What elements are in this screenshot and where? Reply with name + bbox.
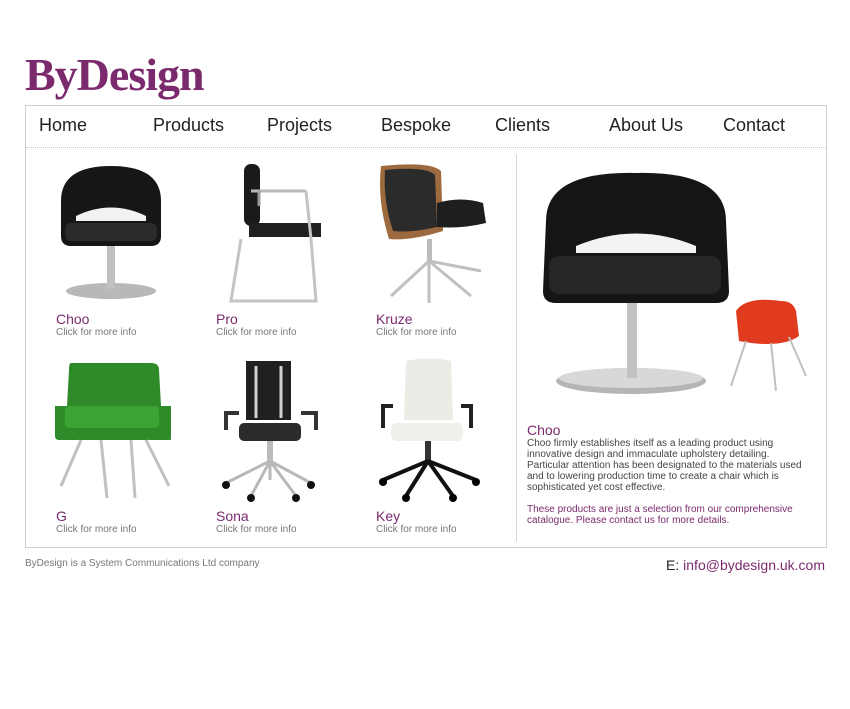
- choo-chair-image: [61, 166, 161, 299]
- choo-feature-image: [543, 172, 807, 394]
- detail-title: Choo: [527, 422, 561, 438]
- detail-note: These products are just a selection from…: [527, 504, 793, 526]
- product-more-info[interactable]: Click for more info: [376, 524, 457, 535]
- product-name[interactable]: Key: [376, 508, 400, 524]
- nav-bespoke[interactable]: Bespoke: [381, 115, 451, 136]
- product-card-sona[interactable]: Sona Click for more info: [211, 358, 361, 538]
- product-more-info[interactable]: Click for more info: [216, 524, 297, 535]
- bydesign-logo[interactable]: ByDesign: [25, 50, 205, 100]
- product-more-info[interactable]: Click for more info: [56, 327, 137, 338]
- pro-chair-image: [229, 164, 321, 303]
- product-more-info[interactable]: Click for more info: [56, 524, 137, 535]
- nav-about-us[interactable]: About Us: [609, 115, 683, 136]
- product-card-kruze[interactable]: Kruze Click for more info: [371, 161, 521, 341]
- nav-home[interactable]: Home: [39, 115, 87, 136]
- product-card-choo[interactable]: Choo Click for more info: [51, 161, 201, 341]
- sona-chair-image: [222, 361, 318, 502]
- nav-contact[interactable]: Contact: [723, 115, 785, 136]
- product-card-pro[interactable]: Pro Click for more info: [211, 161, 361, 341]
- column-divider: [516, 154, 517, 542]
- product-card-key[interactable]: Key Click for more info: [371, 358, 521, 538]
- email-link[interactable]: info@bydesign.uk.com: [683, 557, 825, 573]
- product-more-info[interactable]: Click for more info: [376, 327, 457, 338]
- product-name[interactable]: Choo: [56, 311, 89, 327]
- detail-description: Choo firmly establishes itself as a lead…: [527, 438, 802, 493]
- main-frame: Home Products Projects Bespoke Clients A…: [25, 105, 827, 548]
- product-name[interactable]: Pro: [216, 311, 238, 327]
- kruze-chair-image: [380, 164, 486, 303]
- key-chair-image: [379, 358, 480, 502]
- footer-contact: E: info@bydesign.uk.com: [666, 557, 825, 573]
- nav-products[interactable]: Products: [153, 115, 224, 136]
- product-name[interactable]: G: [56, 508, 67, 524]
- email-label: E:: [666, 557, 680, 573]
- g-chair-image: [55, 363, 171, 499]
- nav-projects[interactable]: Projects: [267, 115, 332, 136]
- main-nav: Home Products Projects Bespoke Clients A…: [26, 106, 826, 148]
- footer-company: ByDesign is a System Communications Ltd …: [25, 558, 260, 569]
- nav-clients[interactable]: Clients: [495, 115, 550, 136]
- product-card-g[interactable]: G Click for more info: [51, 358, 201, 538]
- product-more-info[interactable]: Click for more info: [216, 327, 297, 338]
- product-name[interactable]: Sona: [216, 508, 249, 524]
- product-name[interactable]: Kruze: [376, 311, 413, 327]
